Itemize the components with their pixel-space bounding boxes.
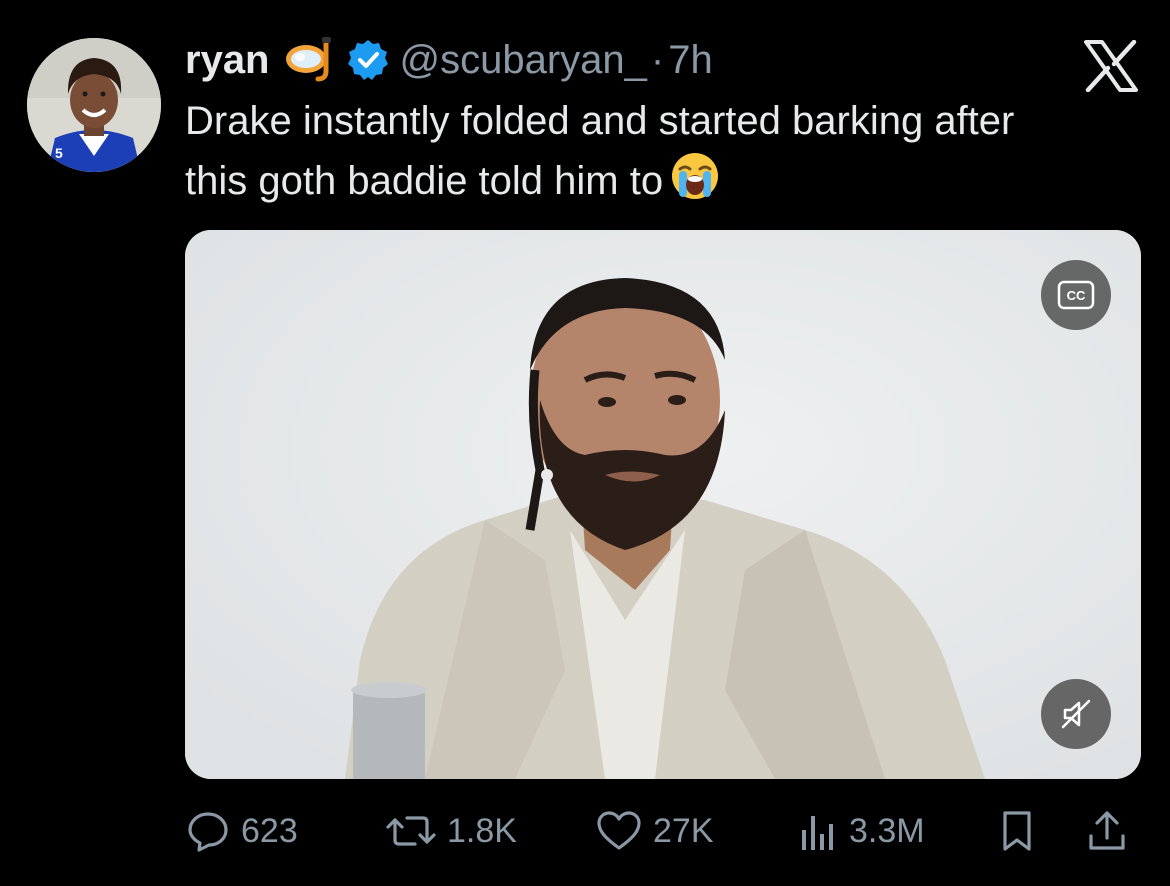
video-frame <box>185 230 1141 779</box>
tweet-text: Drake instantly folded and started barki… <box>185 92 1145 210</box>
bookmark-button[interactable] <box>997 805 1037 857</box>
bookmark-icon <box>1003 811 1031 851</box>
tweet: 5 ryan @scubaryan_ · 7h Drake instantly … <box>0 0 1170 886</box>
captions-label: CC <box>1067 288 1086 303</box>
tweet-text-line-1: Drake instantly folded and started barki… <box>185 99 1015 143</box>
tweet-actions: 623 1.8K 27K 3.3M <box>185 805 1140 857</box>
closed-captions-icon: CC <box>1057 280 1095 310</box>
svg-text:5: 5 <box>55 145 63 161</box>
video-player[interactable]: CC <box>185 230 1141 779</box>
repost-button[interactable]: 1.8K <box>385 805 517 857</box>
reply-count: 623 <box>241 811 298 850</box>
repost-icon <box>386 816 436 846</box>
like-button[interactable]: 27K <box>595 805 714 857</box>
avatar-image: 5 <box>27 38 161 172</box>
separator-dot: · <box>650 37 665 82</box>
loudly-crying-face-icon <box>669 150 721 202</box>
views-bar-chart-icon <box>802 816 833 850</box>
tweet-timestamp[interactable]: 7h <box>668 38 713 83</box>
captions-button[interactable]: CC <box>1041 260 1111 330</box>
unmute-button[interactable] <box>1041 679 1111 749</box>
author-handle[interactable]: @scubaryan_ <box>400 38 647 83</box>
like-count: 27K <box>653 811 714 850</box>
reply-button[interactable]: 623 <box>185 805 298 857</box>
views-button[interactable]: 3.3M <box>797 805 925 857</box>
share-icon <box>1089 811 1125 850</box>
tweet-header: ryan @scubaryan_ · 7h <box>185 30 713 90</box>
x-logo-icon <box>1082 39 1140 93</box>
repost-count: 1.8K <box>447 811 517 850</box>
diving-mask-emoji-icon <box>282 37 338 83</box>
avatar[interactable]: 5 <box>27 38 161 172</box>
author-name[interactable]: ryan <box>185 38 270 83</box>
tweet-text-line-2: this goth baddie told him to <box>185 150 1145 210</box>
share-button[interactable] <box>1085 805 1129 857</box>
view-count: 3.3M <box>849 811 925 850</box>
reply-icon <box>188 812 228 852</box>
tweet-text-line-2-text: this goth baddie told him to <box>185 159 664 203</box>
verified-badge-icon <box>346 38 390 82</box>
heart-icon <box>597 811 641 850</box>
muted-speaker-icon <box>1061 699 1091 729</box>
